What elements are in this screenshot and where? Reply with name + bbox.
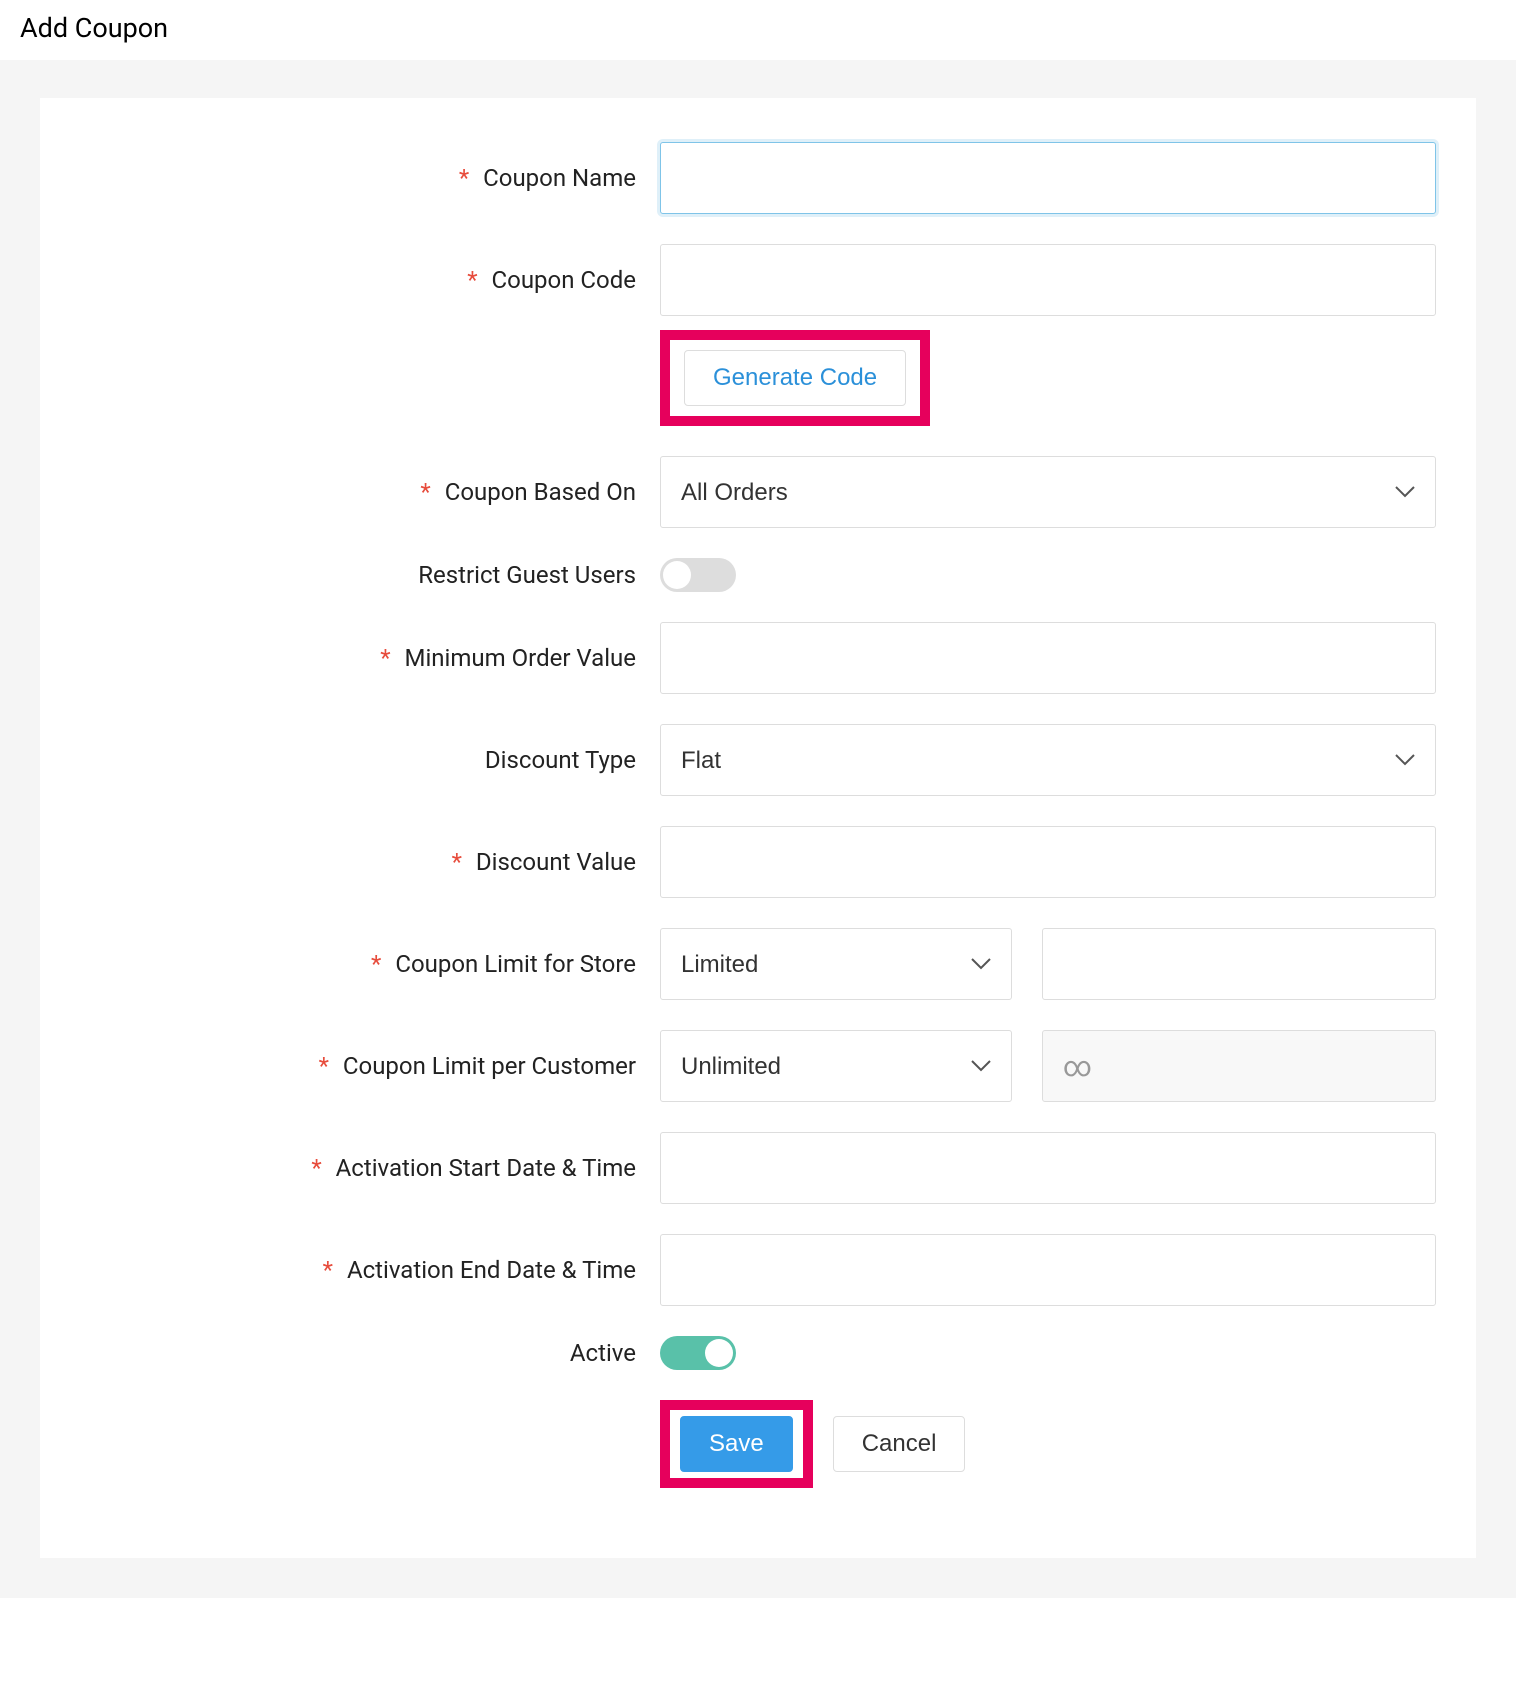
required-asterisk: * <box>452 848 462 876</box>
highlight-save: Save <box>660 1400 813 1488</box>
row-coupon-name: * Coupon Name <box>50 142 1466 214</box>
label-text: Coupon Code <box>492 266 636 294</box>
required-asterisk: * <box>323 1256 333 1284</box>
label-active: Active <box>50 1339 660 1368</box>
label-text: Restrict Guest Users <box>418 561 636 589</box>
toggle-knob <box>663 561 691 589</box>
form-card: * Coupon Name * Coupon Code <box>40 98 1476 1558</box>
label-text: Coupon Limit per Customer <box>343 1052 636 1080</box>
label-text: Active <box>570 1339 636 1367</box>
required-asterisk: * <box>371 950 381 978</box>
label-text: Activation Start Date & Time <box>336 1154 636 1182</box>
save-button[interactable]: Save <box>680 1416 793 1472</box>
label-text: Discount Value <box>476 848 636 876</box>
page-title: Add Coupon <box>0 0 1516 60</box>
activation-end-input[interactable] <box>660 1234 1436 1306</box>
discount-type-select[interactable]: Flat <box>660 724 1436 796</box>
row-min-order: * Minimum Order Value <box>50 622 1466 694</box>
coupon-code-input[interactable] <box>660 244 1436 316</box>
limit-customer-value-display: ∞ <box>1042 1030 1436 1102</box>
label-coupon-code: * Coupon Code <box>50 266 660 295</box>
label-coupon-based-on: * Coupon Based On <box>50 478 660 507</box>
label-text: Discount Type <box>485 746 636 774</box>
row-coupon-based-on: * Coupon Based On All Orders <box>50 456 1466 528</box>
row-generate-code: Generate Code <box>50 346 1466 426</box>
cancel-button[interactable]: Cancel <box>833 1416 966 1472</box>
label-text: Coupon Limit for Store <box>395 950 636 978</box>
highlight-generate-code: Generate Code <box>660 330 930 426</box>
required-asterisk: * <box>311 1154 321 1182</box>
label-limit-store: * Coupon Limit for Store <box>50 950 660 979</box>
row-active: Active <box>50 1336 1466 1370</box>
label-limit-customer: * Coupon Limit per Customer <box>50 1052 660 1081</box>
row-activation-end: * Activation End Date & Time <box>50 1234 1466 1306</box>
label-text: Minimum Order Value <box>404 644 636 672</box>
page-body: * Coupon Name * Coupon Code <box>0 60 1516 1598</box>
toggle-knob <box>705 1339 733 1367</box>
row-limit-store: * Coupon Limit for Store Limited <box>50 928 1466 1000</box>
coupon-name-input[interactable] <box>660 142 1436 214</box>
label-restrict-guest: Restrict Guest Users <box>50 561 660 590</box>
minimum-order-value-input[interactable] <box>660 622 1436 694</box>
row-restrict-guest: Restrict Guest Users <box>50 558 1466 592</box>
row-coupon-code: * Coupon Code <box>50 244 1466 316</box>
row-actions: Save Cancel <box>50 1400 1466 1488</box>
required-asterisk: * <box>380 644 390 672</box>
coupon-based-on-select[interactable]: All Orders <box>660 456 1436 528</box>
row-limit-customer: * Coupon Limit per Customer Unlimited ∞ <box>50 1030 1466 1102</box>
form: * Coupon Name * Coupon Code <box>50 142 1466 1488</box>
label-text: Activation End Date & Time <box>347 1256 636 1284</box>
required-asterisk: * <box>467 266 477 294</box>
limit-customer-mode-select[interactable]: Unlimited <box>660 1030 1012 1102</box>
required-asterisk: * <box>319 1052 329 1080</box>
activation-start-input[interactable] <box>660 1132 1436 1204</box>
active-toggle[interactable] <box>660 1336 736 1370</box>
label-discount-value: * Discount Value <box>50 848 660 877</box>
row-discount-value: * Discount Value <box>50 826 1466 898</box>
limit-store-value-input[interactable] <box>1042 928 1436 1000</box>
required-asterisk: * <box>420 478 430 506</box>
label-coupon-name: * Coupon Name <box>50 164 660 193</box>
row-discount-type: Discount Type Flat <box>50 724 1466 796</box>
label-min-order: * Minimum Order Value <box>50 644 660 673</box>
label-discount-type: Discount Type <box>50 746 660 775</box>
required-asterisk: * <box>459 164 469 192</box>
label-text: Coupon Name <box>483 164 636 192</box>
row-activation-start: * Activation Start Date & Time <box>50 1132 1466 1204</box>
label-activation-start: * Activation Start Date & Time <box>50 1154 660 1183</box>
discount-value-input[interactable] <box>660 826 1436 898</box>
generate-code-button[interactable]: Generate Code <box>684 350 906 406</box>
label-text: Coupon Based On <box>445 478 636 506</box>
limit-store-mode-select[interactable]: Limited <box>660 928 1012 1000</box>
restrict-guest-toggle[interactable] <box>660 558 736 592</box>
label-activation-end: * Activation End Date & Time <box>50 1256 660 1285</box>
